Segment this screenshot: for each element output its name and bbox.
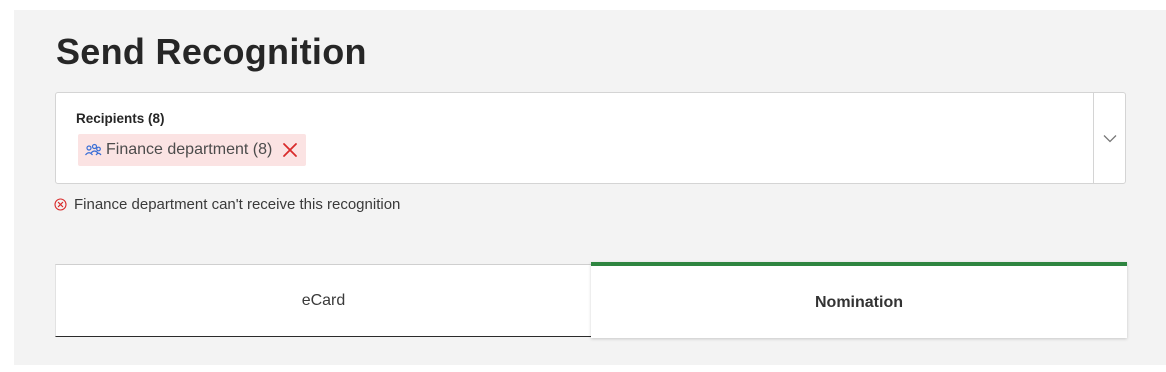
close-icon[interactable] [282, 142, 298, 158]
chevron-down-icon [1103, 134, 1117, 143]
tab-ecard[interactable]: eCard [55, 264, 591, 337]
tab-nomination-label: Nomination [815, 294, 903, 311]
tab-nomination[interactable]: Nomination [591, 262, 1127, 338]
error-circle-icon [54, 198, 67, 211]
recipients-label: Recipients (8) [76, 111, 165, 126]
error-message: Finance department can't receive this re… [54, 196, 400, 213]
page-title: Send Recognition [56, 31, 367, 72]
tab-ecard-label: eCard [301, 291, 346, 309]
group-icon [84, 143, 102, 157]
recipients-dropdown-toggle[interactable] [1093, 93, 1125, 183]
recipients-field[interactable]: Recipients (8) Finance department (8) [55, 92, 1126, 184]
recipient-chip: Finance department (8) [78, 134, 307, 166]
recognition-type-tabs: eCard Nomination [55, 262, 1127, 338]
error-text: Finance department can't receive this re… [74, 196, 401, 213]
recipient-chip-label: Finance department (8) [106, 141, 273, 158]
